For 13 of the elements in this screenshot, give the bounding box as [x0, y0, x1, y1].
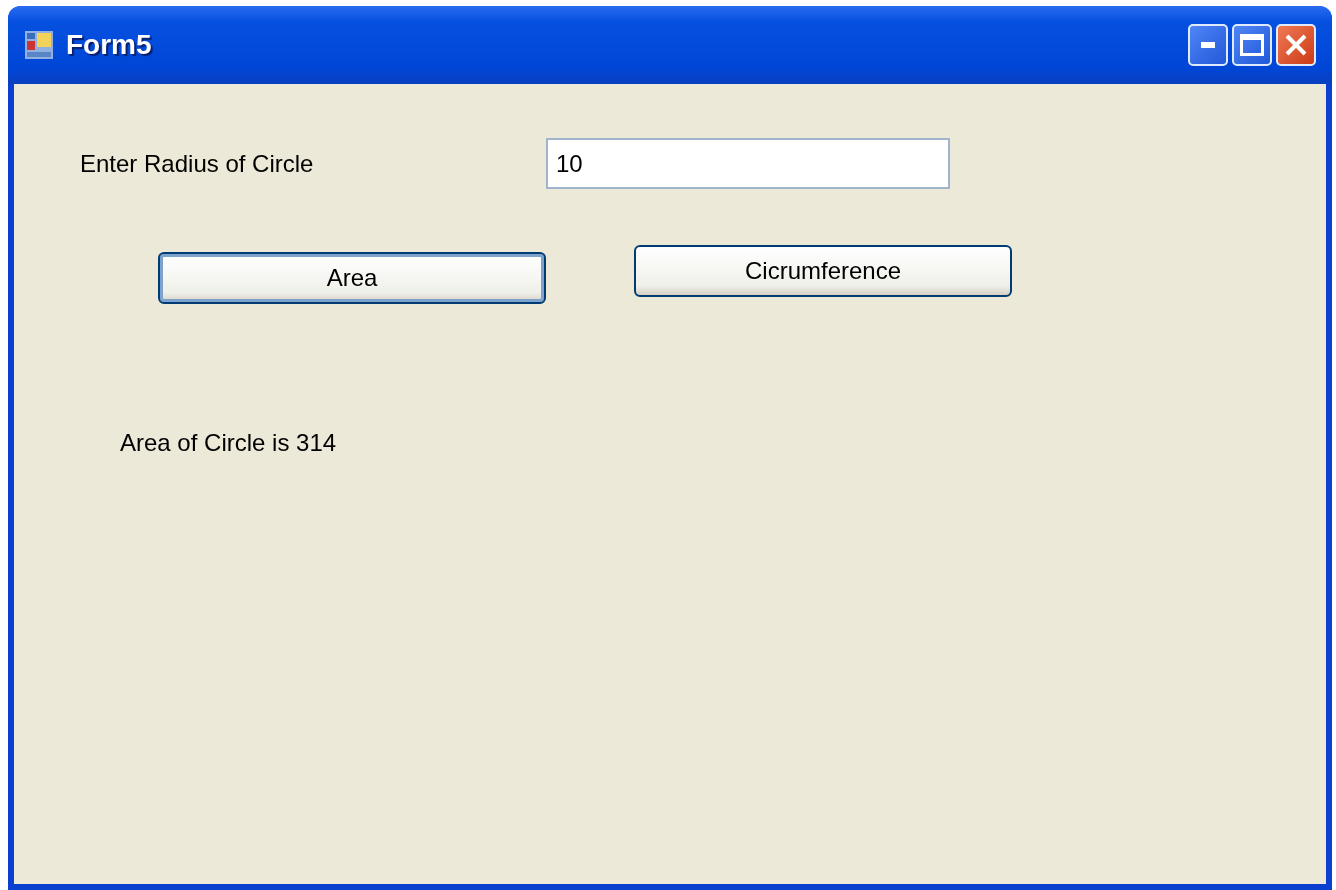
radius-label: Enter Radius of Circle	[80, 149, 315, 178]
app-icon	[24, 30, 54, 60]
radius-field[interactable]: 10	[546, 138, 950, 189]
area-button[interactable]: Area	[158, 252, 546, 304]
maximize-icon	[1240, 34, 1264, 56]
minimize-icon	[1201, 42, 1215, 48]
minimize-button[interactable]	[1188, 24, 1228, 66]
circumference-button[interactable]: Cicrumference	[634, 245, 1012, 297]
result-label: Area of Circle is 314	[120, 429, 337, 457]
window-title: Form5	[66, 29, 153, 61]
close-button[interactable]	[1276, 24, 1316, 66]
close-icon	[1285, 34, 1307, 56]
maximize-button[interactable]	[1232, 24, 1272, 66]
